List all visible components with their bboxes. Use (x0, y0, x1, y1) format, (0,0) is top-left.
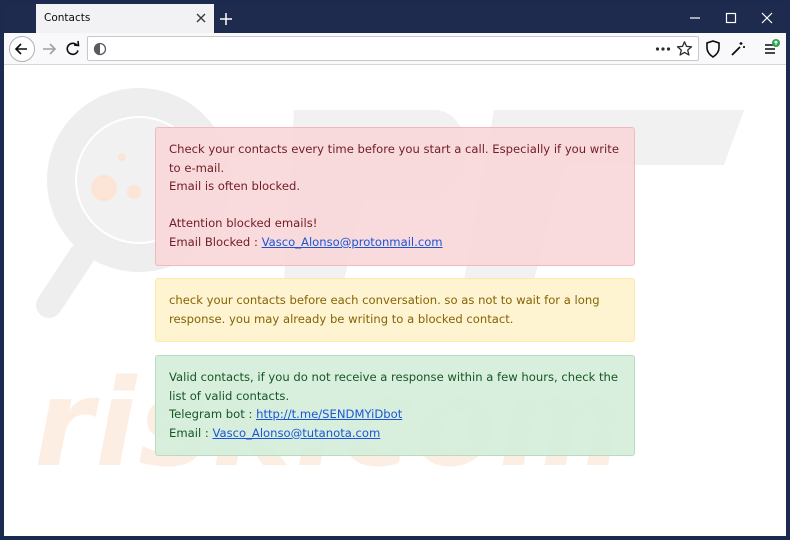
valid-email-label: Email : (169, 425, 213, 440)
arrow-left-icon (14, 43, 27, 55)
browser-window: Contacts Check your contacts every time … (4, 4, 786, 536)
close-icon[interactable] (192, 9, 210, 27)
window-close-icon[interactable] (757, 9, 777, 27)
alert-warning: check your contacts before each conversa… (155, 278, 635, 342)
alert-danger: Check your contacts every time before yo… (155, 127, 635, 266)
reload-icon[interactable] (61, 37, 85, 61)
menu-icon[interactable] (759, 37, 783, 61)
ellipsis-icon[interactable] (655, 46, 671, 52)
new-tab-icon[interactable] (216, 9, 236, 29)
maximize-icon[interactable] (721, 9, 741, 27)
forward-icon[interactable] (37, 37, 61, 61)
success-line-1: Valid contacts, if you do not receive a … (169, 370, 619, 403)
url-bar[interactable] (87, 36, 699, 61)
back-button[interactable] (9, 36, 35, 62)
minimize-icon[interactable] (685, 9, 705, 27)
tab-title: Contacts (44, 12, 91, 24)
navigation-toolbar (4, 33, 786, 65)
tab-contacts[interactable]: Contacts (36, 4, 214, 33)
blocked-email-label: Email Blocked : (169, 234, 262, 249)
valid-email-link[interactable]: Vasco_Alonso@tutanota.com (212, 426, 380, 440)
danger-line-3: Attention blocked emails! (169, 216, 318, 231)
danger-line-2: Email is often blocked. (169, 179, 301, 194)
page-content: risk.com Check your contacts every time … (4, 65, 786, 536)
warning-text: check your contacts before each conversa… (169, 293, 600, 326)
url-input[interactable] (110, 41, 650, 57)
telegram-link[interactable]: http://t.me/SENDMYiDbot (256, 407, 402, 421)
blocked-email-row: Email Blocked : Vasco_Alonso@protonmail.… (169, 233, 621, 252)
alert-success: Valid contacts, if you do not receive a … (155, 355, 635, 456)
telegram-label: Telegram bot : (169, 407, 257, 422)
bookmark-star-icon[interactable] (676, 40, 693, 57)
telegram-row: Telegram bot : http://t.me/SENDMYiDbot (169, 405, 621, 424)
shield-icon[interactable] (701, 37, 725, 61)
blocked-email-link[interactable]: Vasco_Alonso@protonmail.com (262, 235, 443, 249)
danger-line-1: Check your contacts every time before yo… (169, 142, 619, 175)
title-bar: Contacts (4, 4, 786, 33)
valid-email-row: Email : Vasco_Alonso@tutanota.com (169, 424, 621, 443)
extension-wand-icon[interactable] (726, 37, 750, 61)
site-info-icon[interactable] (93, 42, 107, 56)
